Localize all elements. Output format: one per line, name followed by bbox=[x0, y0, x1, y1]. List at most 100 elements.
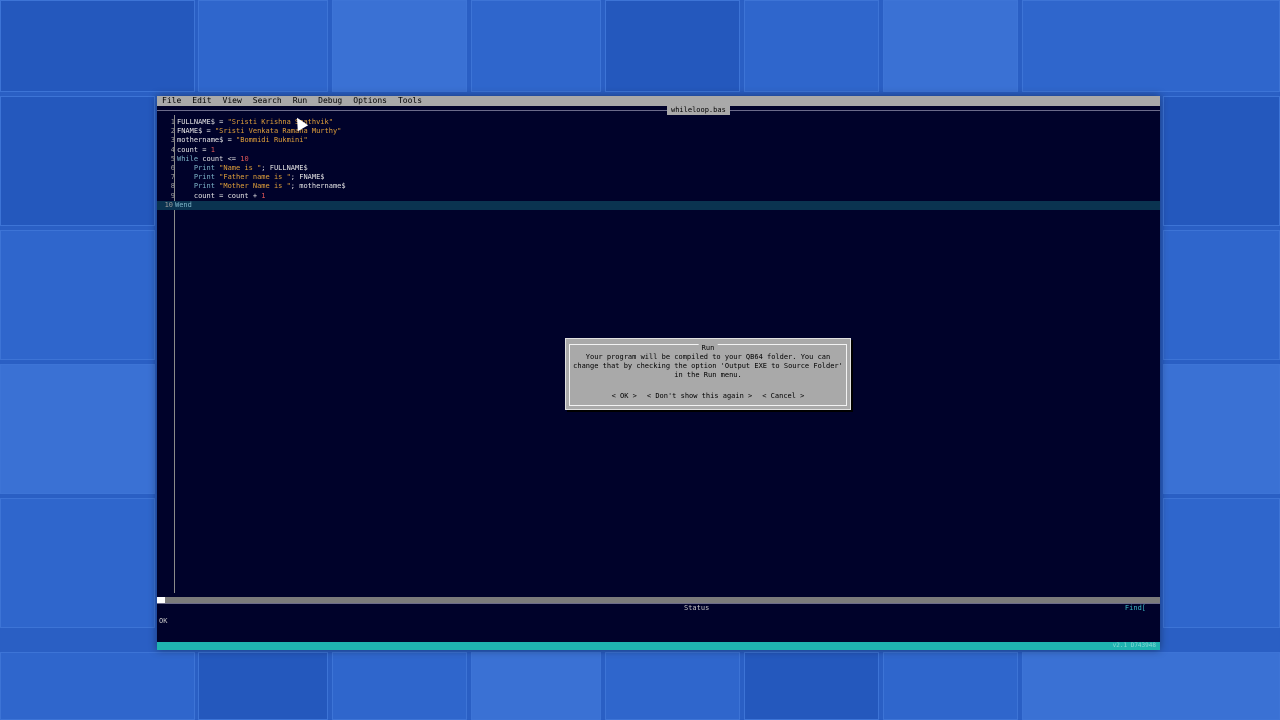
menu-file[interactable]: File bbox=[157, 96, 187, 106]
code-token: 1 bbox=[210, 145, 215, 154]
line-number: 6 bbox=[170, 163, 175, 172]
code-token: = bbox=[198, 145, 211, 154]
run-dialog: Run Your program will be compiled to you… bbox=[565, 338, 851, 410]
ok-button[interactable]: < OK > bbox=[612, 392, 637, 400]
code-token: 10 bbox=[240, 154, 249, 163]
code-token: FNAME$ bbox=[177, 127, 203, 136]
line-content: While count <= 10 bbox=[177, 155, 249, 164]
desktop-tile bbox=[744, 652, 879, 720]
line-number: 5 bbox=[170, 154, 175, 163]
desktop-tile bbox=[1163, 230, 1280, 360]
desktop-tile bbox=[332, 652, 467, 720]
menu-tools[interactable]: Tools bbox=[393, 96, 428, 106]
code-token: "Name is " bbox=[214, 163, 262, 172]
code-token: Print bbox=[193, 182, 215, 191]
menu-options[interactable]: Options bbox=[348, 96, 393, 106]
code-line[interactable]: 5 While count <= 10 bbox=[159, 155, 1160, 164]
desktop-tile bbox=[0, 498, 155, 628]
code-line[interactable]: 6 Print "Name is "; FULLNAME$ bbox=[159, 164, 1160, 173]
code-line[interactable]: 8 Print "Mother Name is "; mothername$ bbox=[159, 182, 1160, 191]
line-number: 1 bbox=[170, 118, 175, 126]
menu-view[interactable]: View bbox=[218, 96, 248, 106]
code-token: FULLNAME$ bbox=[177, 118, 215, 126]
desktop-tile bbox=[471, 652, 601, 720]
line-content: count = 1 bbox=[177, 146, 215, 155]
version-label: v2.1 D743948 bbox=[1112, 642, 1156, 649]
desktop-tile bbox=[1022, 652, 1280, 720]
code-area[interactable]: 1 FULLNAME$ = "Sristi Krishna Saathvik" 2 F… bbox=[157, 118, 1160, 210]
code-token: count bbox=[177, 145, 199, 154]
desktop-tile bbox=[332, 0, 467, 92]
code-token: = bbox=[202, 127, 215, 136]
menu-search[interactable]: Search bbox=[248, 96, 288, 106]
dialog-title: Run bbox=[698, 344, 718, 352]
code-line[interactable]: 10 Wend bbox=[157, 200, 1160, 210]
code-token: count = count + bbox=[177, 191, 262, 200]
line-number: 10 bbox=[164, 200, 173, 209]
desktop-tile bbox=[1163, 96, 1280, 226]
desktop-tile bbox=[883, 0, 1018, 92]
find-field[interactable]: Find[ bbox=[1125, 604, 1146, 613]
line-content: Print "Name is "; FULLNAME$ bbox=[177, 164, 308, 173]
code-line[interactable]: 4 count = 1 bbox=[159, 146, 1160, 155]
line-content: count = count + 1 bbox=[177, 192, 266, 201]
status-title: Status bbox=[684, 604, 710, 612]
code-token: "Bommidi Rukmini" bbox=[236, 136, 308, 145]
line-content: Print "Mother Name is "; mothername$ bbox=[177, 182, 346, 191]
bottom-status-bar: v2.1 D743948 bbox=[157, 642, 1160, 650]
code-line[interactable]: 2 FNAME$ = "Sristi Venkata Ramana Murthy" bbox=[159, 127, 1160, 136]
line-content: FULLNAME$ = "Sristi Krishna Saathvik" bbox=[177, 118, 333, 127]
code-token: mothername$ bbox=[177, 136, 224, 145]
status-message: OK bbox=[159, 617, 168, 625]
line-content: mothername$ = "Bommidi Rukmini" bbox=[177, 136, 308, 145]
line-number: 9 bbox=[170, 191, 175, 200]
desktop-tile bbox=[198, 652, 328, 720]
code-token: ; mothername$ bbox=[290, 182, 346, 191]
desktop-tile bbox=[1163, 498, 1280, 628]
line-number: 3 bbox=[170, 136, 175, 145]
code-token: Print bbox=[193, 173, 215, 182]
desktop-tile bbox=[1022, 0, 1280, 92]
line-content: Print "Father name is "; FNAME$ bbox=[177, 173, 325, 182]
desktop-tile bbox=[744, 0, 879, 92]
menu-run[interactable]: Run bbox=[288, 96, 313, 106]
code-line[interactable]: 3 mothername$ = "Bommidi Rukmini" bbox=[159, 136, 1160, 145]
status-panel-header: Status Find[ bbox=[157, 603, 1160, 614]
code-token: count <= bbox=[198, 154, 241, 163]
code-token: = bbox=[223, 136, 237, 145]
line-number: 8 bbox=[170, 182, 175, 191]
file-name-tab: whileloop.bas bbox=[667, 106, 730, 115]
code-token: Print bbox=[193, 163, 215, 172]
menu-debug[interactable]: Debug bbox=[313, 96, 348, 106]
code-token: While bbox=[177, 154, 199, 163]
code-token: "Mother Name is " bbox=[214, 182, 291, 191]
line-content: FNAME$ = "Sristi Venkata Ramana Murthy" bbox=[177, 127, 341, 136]
dialog-message: Your program will be compiled to your QB… bbox=[573, 353, 843, 379]
code-line[interactable]: 1 FULLNAME$ = "Sristi Krishna Saathvik" bbox=[159, 118, 1160, 127]
cancel-button[interactable]: < Cancel > bbox=[762, 392, 804, 400]
line-content: Wend bbox=[175, 201, 192, 210]
desktop-tile bbox=[1163, 364, 1280, 494]
menu-edit[interactable]: Edit bbox=[187, 96, 217, 106]
code-line[interactable]: 9 count = count + 1 bbox=[159, 192, 1160, 201]
desktop-tile bbox=[605, 0, 740, 92]
code-line[interactable]: 7 Print "Father name is "; FNAME$ bbox=[159, 173, 1160, 182]
desktop-tile bbox=[0, 96, 155, 226]
code-token: ; FULLNAME$ bbox=[261, 163, 308, 172]
desktop-tile bbox=[471, 0, 601, 92]
menu-bar: File Edit View Search Run Debug Options … bbox=[157, 96, 1160, 106]
line-number: 2 bbox=[170, 127, 175, 136]
code-token: ; FNAME$ bbox=[290, 173, 325, 182]
desktop-tile bbox=[0, 0, 195, 92]
dont-show-again-button[interactable]: < Don't show this again > bbox=[647, 392, 752, 400]
title-divider bbox=[157, 110, 1160, 111]
line-number: 7 bbox=[170, 173, 175, 182]
desktop-tile bbox=[0, 230, 155, 360]
code-token: Wend bbox=[175, 200, 192, 209]
code-token: "Father name is " bbox=[214, 173, 291, 182]
dialog-buttons: < OK > < Don't show this again > < Cance… bbox=[566, 392, 850, 400]
line-number: 4 bbox=[170, 145, 175, 154]
code-token: 1 bbox=[261, 191, 266, 200]
